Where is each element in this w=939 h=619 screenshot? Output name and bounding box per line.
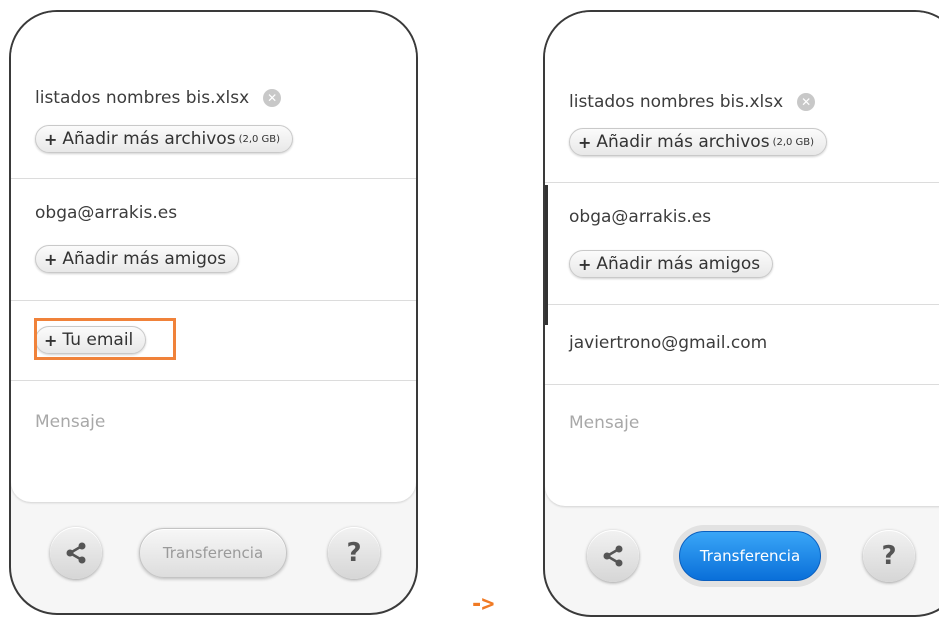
plus-icon: + <box>44 249 58 269</box>
friend-email: obga@arrakis.es <box>569 207 712 227</box>
share-button[interactable] <box>587 530 639 582</box>
scrollbar[interactable] <box>545 185 548 325</box>
add-friends-button[interactable]: + Añadir más amigos <box>35 245 240 273</box>
plus-icon: + <box>578 254 592 274</box>
your-email-section: javiertrono@gmail.com <box>545 305 939 385</box>
share-button[interactable] <box>50 527 102 579</box>
transfer-button[interactable]: Transferencia <box>139 528 287 578</box>
form-card: listados nombres bis.xlsx ✕ + Añadir más… <box>545 12 939 506</box>
highlight-box <box>34 318 176 360</box>
file-name: listados nombres bis.xlsx <box>569 92 784 112</box>
help-button[interactable]: ? <box>328 527 380 579</box>
action-bar: Transferencia ? <box>11 503 416 613</box>
add-files-button[interactable]: + Añadir más archivos (2,0 GB) <box>569 128 828 156</box>
transfer-button[interactable]: Transferencia <box>679 531 821 581</box>
message-field[interactable]: Mensaje <box>569 413 639 433</box>
files-section: listados nombres bis.xlsx ✕ + Añadir más… <box>545 12 939 183</box>
plus-icon: + <box>44 129 58 149</box>
form-card: listados nombres bis.xlsx ✕ + Añadir más… <box>11 12 416 502</box>
remove-file-icon[interactable]: ✕ <box>263 89 282 107</box>
size-note: (2,0 GB) <box>772 136 815 148</box>
friends-section: obga@arrakis.es + Añadir más amigos <box>545 183 939 305</box>
file-item: listados nombres bis.xlsx ✕ <box>35 88 282 108</box>
action-bar: Transferencia ? <box>545 505 939 615</box>
files-section: listados nombres bis.xlsx ✕ + Añadir más… <box>11 12 416 179</box>
help-icon: ? <box>881 541 897 571</box>
share-icon <box>66 542 86 564</box>
friend-email: obga@arrakis.es <box>35 203 178 223</box>
friends-section: obga@arrakis.es + Añadir más amigos <box>11 179 416 301</box>
share-icon <box>603 545 623 567</box>
add-files-button[interactable]: + Añadir más archivos (2,0 GB) <box>35 125 294 153</box>
help-icon: ? <box>346 538 362 568</box>
add-friends-label: Añadir más amigos <box>596 254 761 274</box>
add-friends-button[interactable]: + Añadir más amigos <box>569 250 774 278</box>
message-field[interactable]: Mensaje <box>35 412 105 432</box>
transition-arrow: -> <box>470 592 494 617</box>
transfer-panel-before: listados nombres bis.xlsx ✕ + Añadir más… <box>9 10 418 615</box>
transfer-panel-after: listados nombres bis.xlsx ✕ + Añadir más… <box>543 10 939 617</box>
file-item: listados nombres bis.xlsx ✕ <box>569 92 816 112</box>
size-note: (2,0 GB) <box>238 133 281 145</box>
your-email-value[interactable]: javiertrono@gmail.com <box>569 333 767 353</box>
add-files-label: Añadir más archivos <box>62 129 236 149</box>
file-name: listados nombres bis.xlsx <box>35 88 250 108</box>
remove-file-icon[interactable]: ✕ <box>797 93 816 111</box>
plus-icon: + <box>578 132 592 152</box>
help-button[interactable]: ? <box>863 530 915 582</box>
add-friends-label: Añadir más amigos <box>62 249 227 269</box>
add-files-label: Añadir más archivos <box>596 132 770 152</box>
